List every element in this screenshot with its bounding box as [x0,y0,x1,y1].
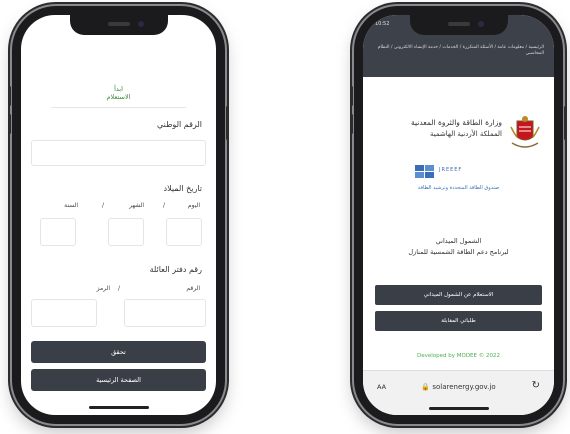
number-input[interactable] [124,299,206,327]
browser-address-bar: AA 🔒 solarenergy.gov.jo ↻ [363,370,554,415]
national-id-label: الرقم الوطني [156,120,202,129]
volume-down-button [8,114,11,134]
year-input[interactable] [40,218,76,246]
reload-icon[interactable]: ↻ [532,380,540,391]
phone-left-screen: ابدأ الاستعلام الرقم الوطني تاريخ الميلا… [21,15,216,415]
coat-of-arms-icon [510,116,540,148]
notch [409,15,508,35]
program-title: الشمول الميداني [435,237,482,245]
year-label: السنة [64,202,78,209]
inquiry-button[interactable]: الاستعلام عن الشمول الميداني [375,285,542,305]
page-heading: ابدأ الاستعلام [21,85,216,101]
footer-credit: Developed by MODEE © 2022 [416,353,500,359]
notch [69,15,168,35]
code-label: الرمز [96,285,110,292]
program-subtitle: لبرنامج دعم الطاقة الشمسية للمنازل [408,248,509,256]
dob-label: تاريخ الميلاد [163,184,203,193]
home-button[interactable]: الصفحة الرئيسية [31,369,206,391]
separator: / [101,202,104,209]
phone-right-screen: 10:52 الرئيسية / معلومات عامة / الأسئلة … [363,15,554,415]
lock-icon: 🔒 [421,383,431,391]
month-label: الشهر [129,202,144,209]
home-indicator [428,407,489,410]
divider [51,107,186,108]
fund-abbr: JREEEF [439,167,463,173]
month-input[interactable] [108,218,144,246]
separator: / [162,202,165,209]
power-button [226,106,229,140]
code-input[interactable] [31,299,97,327]
url-text: solarenergy.gov.jo [432,383,496,391]
number-label: الرقم [186,285,200,292]
home-indicator [88,406,149,409]
national-id-input[interactable] [31,140,206,166]
volume-down-button [350,114,353,134]
ministry-name: وزارة الطاقة والثروة المعدنية [410,118,502,127]
my-requests-button[interactable]: طلباتي المقابلة [375,311,542,331]
day-label: اليوم [187,202,200,209]
heading-line1: ابدأ [114,85,123,93]
separator: / [117,285,120,292]
kingdom-name: المملكة الأردنية الهاشمية [429,130,502,138]
power-button [564,106,567,140]
day-input[interactable] [166,218,202,246]
family-book-label: رقم دفتر العائلة [149,265,202,274]
status-time: 10:52 [375,21,390,27]
verify-button[interactable]: تحقق [31,341,206,363]
heading-line2: الاستعلام [106,93,131,101]
breadcrumb[interactable]: الرئيسية / معلومات عامة / الأسئلة المتكر… [373,45,544,57]
volume-up-button [8,86,11,106]
phone-right: 10:52 الرئيسية / معلومات عامة / الأسئلة … [350,6,567,424]
fund-logo-icon [415,165,434,178]
volume-up-button [350,86,353,106]
fund-name: صندوق الطاقة المتجددة وترشيد الطاقة [417,185,500,191]
url-field[interactable]: 🔒 solarenergy.gov.jo [363,383,554,391]
phone-left: ابدأ الاستعلام الرقم الوطني تاريخ الميلا… [8,6,229,424]
